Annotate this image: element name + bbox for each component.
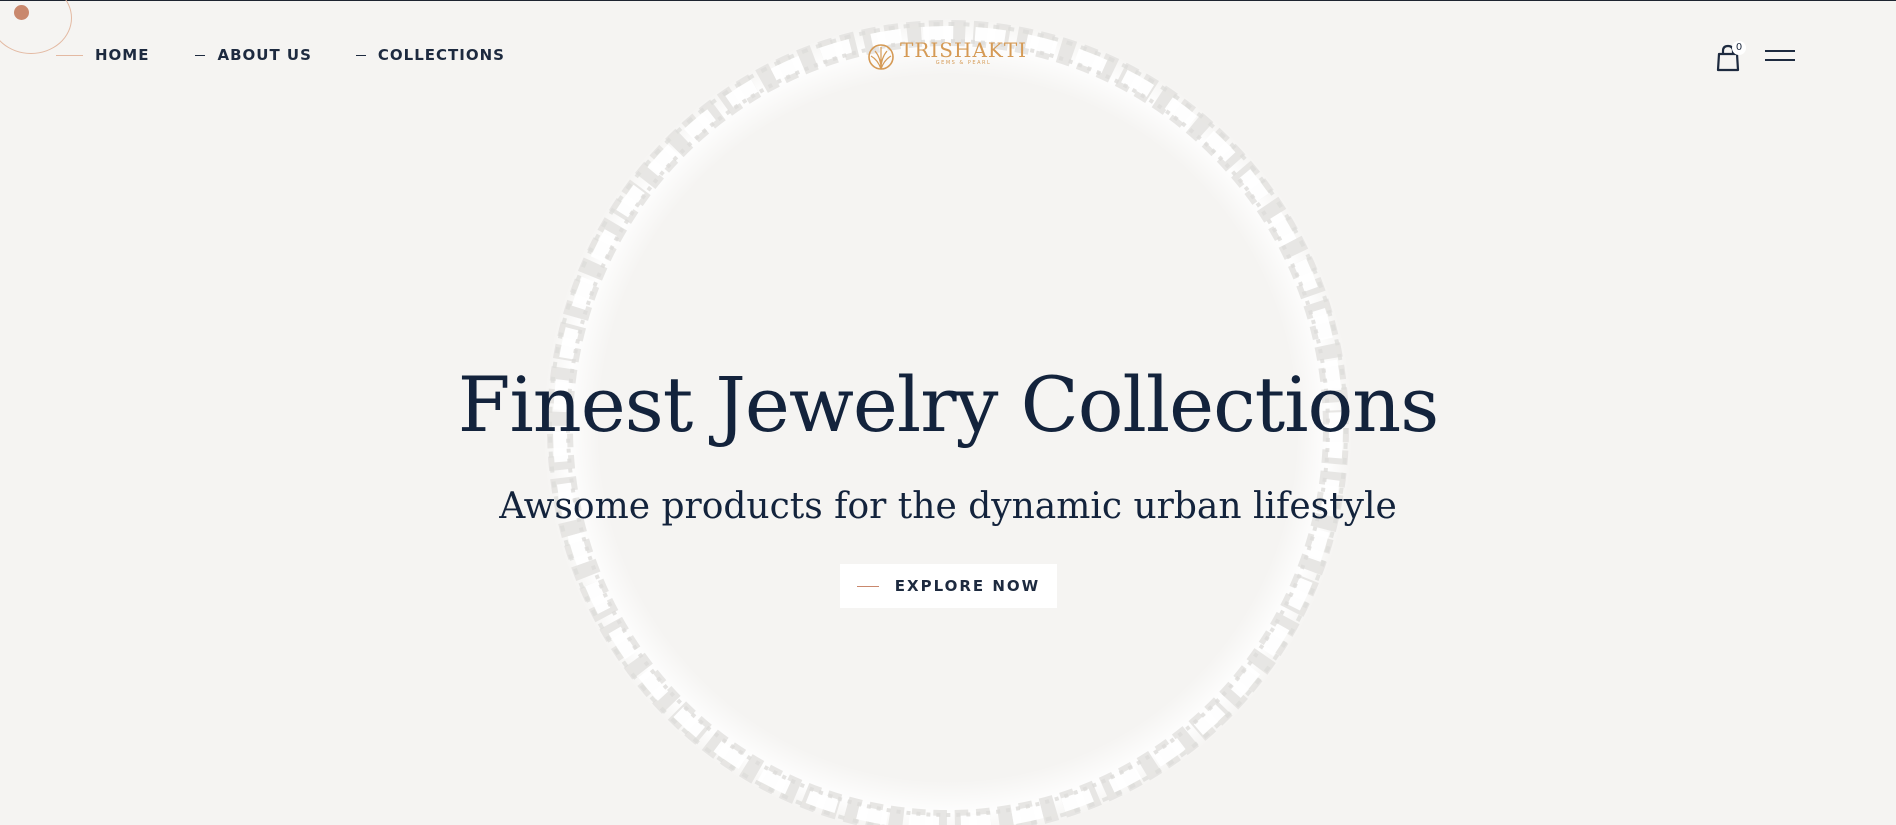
explore-now-button[interactable]: EXPLORE NOW (840, 564, 1057, 608)
site-logo[interactable]: TRISHAKTI GEMS & PEARL (866, 40, 1030, 72)
cart-button[interactable]: 0 (1716, 41, 1746, 74)
button-dash (856, 585, 879, 587)
nav-dash (355, 54, 366, 56)
nav-item-home[interactable]: HOME (56, 46, 149, 64)
logo-emblem-icon (868, 44, 894, 70)
main-nav: HOME ABOUT US COLLECTIONS (56, 46, 551, 64)
hero-subtitle: Awsome products for the dynamic urban li… (499, 486, 1397, 527)
logo-text: TRISHAKTI GEMS & PEARL (900, 40, 1027, 67)
logo-name: TRISHAKTI (900, 38, 1028, 62)
top-border (0, 0, 1896, 1)
cart-count-badge: 0 (1732, 41, 1746, 55)
menu-line (1765, 50, 1795, 52)
hero-title: Finest Jewelry Collections (457, 360, 1439, 449)
menu-line (1765, 59, 1795, 61)
nav-item-collections[interactable]: COLLECTIONS (355, 46, 505, 64)
nav-item-about-us[interactable]: ABOUT US (195, 46, 311, 64)
nav-item-label: HOME (95, 46, 150, 64)
logo-tagline: GEMS & PEARL (935, 60, 992, 66)
hamburger-menu-icon[interactable] (1765, 49, 1795, 63)
nav-item-label: ABOUT US (217, 46, 312, 64)
nav-dash (56, 54, 83, 56)
explore-now-label: EXPLORE NOW (894, 577, 1041, 595)
cursor-dot (14, 5, 29, 20)
nav-item-label: COLLECTIONS (377, 46, 505, 64)
nav-dash (195, 54, 206, 56)
